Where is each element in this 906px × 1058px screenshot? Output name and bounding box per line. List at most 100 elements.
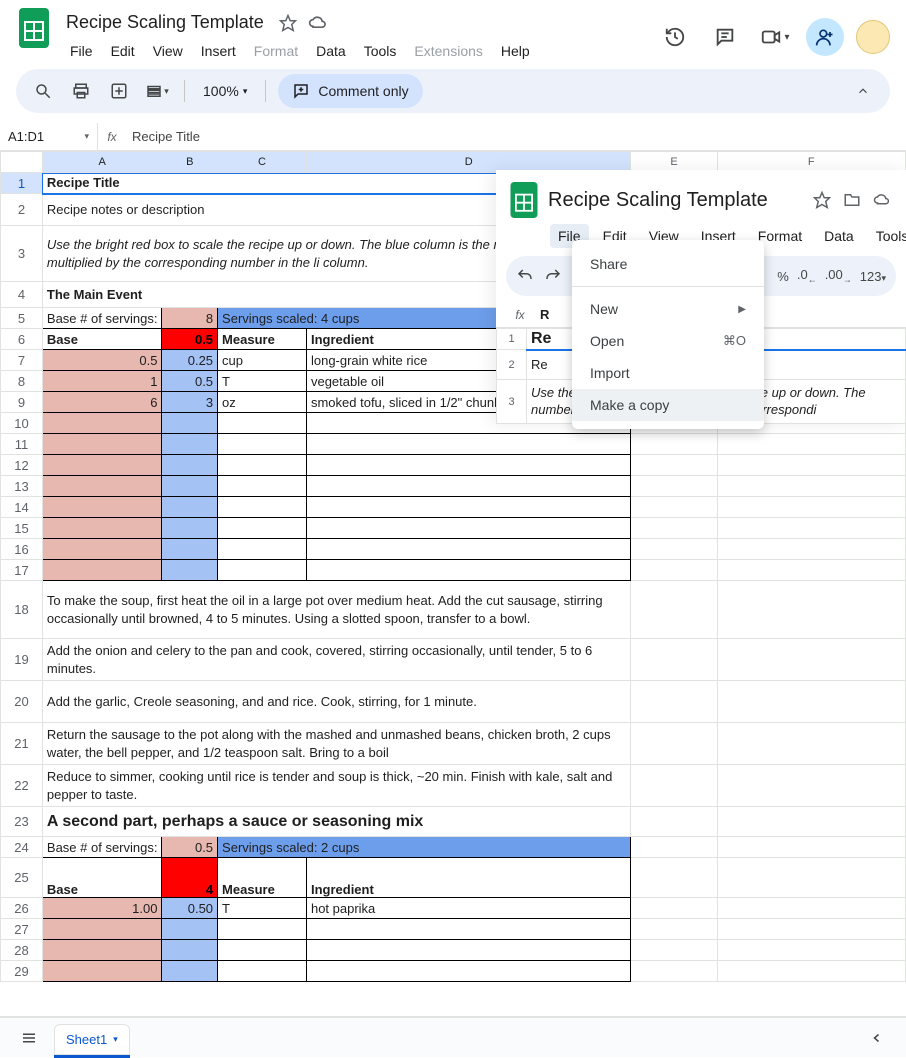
history-icon[interactable] bbox=[656, 18, 694, 56]
percent-format[interactable]: % bbox=[777, 269, 789, 284]
menu-edit[interactable]: Edit bbox=[103, 39, 143, 63]
cell[interactable]: Return the sausage to the pot along with… bbox=[42, 723, 631, 765]
all-sheets-icon[interactable] bbox=[12, 1021, 46, 1055]
cell[interactable]: 0.5 bbox=[162, 837, 218, 858]
row-header[interactable]: 1 bbox=[1, 173, 43, 194]
cell[interactable]: Base # of servings: bbox=[42, 308, 162, 329]
menu-insert[interactable]: Insert bbox=[193, 39, 244, 63]
row-header[interactable]: 29 bbox=[1, 961, 43, 982]
cell[interactable]: Base bbox=[42, 858, 162, 898]
row-header[interactable]: 5 bbox=[1, 308, 43, 329]
cell[interactable]: Measure bbox=[218, 858, 307, 898]
cell[interactable]: Base bbox=[42, 329, 162, 350]
cell[interactable]: 3 bbox=[162, 392, 218, 413]
row-header[interactable]: 12 bbox=[1, 455, 43, 476]
cell[interactable]: cup bbox=[218, 350, 307, 371]
menu-import[interactable]: Import bbox=[572, 357, 764, 389]
cell[interactable] bbox=[42, 413, 162, 434]
col-header-c[interactable]: C bbox=[218, 152, 307, 173]
increase-decimal[interactable]: .00→ bbox=[825, 267, 852, 285]
explore-icon[interactable] bbox=[860, 1021, 894, 1055]
formula-input[interactable]: R bbox=[534, 307, 549, 322]
sheet-tab[interactable]: Sheet1▾ bbox=[54, 1024, 130, 1058]
row-header[interactable]: 3 bbox=[497, 380, 527, 424]
zoom-selector[interactable]: 100%▾ bbox=[197, 83, 253, 99]
comments-icon[interactable] bbox=[706, 18, 744, 56]
undo-icon[interactable] bbox=[516, 267, 534, 285]
row-header[interactable]: 21 bbox=[1, 723, 43, 765]
document-title[interactable]: Recipe Scaling Template bbox=[62, 10, 268, 35]
cell[interactable]: oz bbox=[218, 392, 307, 413]
row-header[interactable]: 13 bbox=[1, 476, 43, 497]
cell[interactable]: Ingredient bbox=[306, 858, 630, 898]
sheets-logo-icon[interactable] bbox=[510, 182, 538, 218]
menu-tools[interactable]: Tools bbox=[868, 224, 906, 248]
col-header-a[interactable]: A bbox=[42, 152, 162, 173]
move-icon[interactable] bbox=[842, 190, 862, 210]
cell[interactable]: 0.25 bbox=[162, 350, 218, 371]
row-header[interactable]: 28 bbox=[1, 940, 43, 961]
row-header[interactable]: 16 bbox=[1, 539, 43, 560]
cloud-status-icon[interactable] bbox=[872, 190, 892, 210]
menu-help[interactable]: Help bbox=[493, 39, 538, 63]
row-header[interactable]: 1 bbox=[497, 329, 527, 350]
menu-file[interactable]: File bbox=[62, 39, 101, 63]
name-box[interactable]: A1:D1▾ bbox=[0, 123, 98, 151]
row-header[interactable]: 8 bbox=[1, 371, 43, 392]
cell[interactable]: T bbox=[218, 371, 307, 392]
row-header[interactable]: 26 bbox=[1, 898, 43, 919]
star-icon[interactable] bbox=[812, 190, 832, 210]
row-header[interactable]: 20 bbox=[1, 681, 43, 723]
cell[interactable]: Servings scaled: 2 cups bbox=[218, 837, 631, 858]
row-header[interactable]: 9 bbox=[1, 392, 43, 413]
menu-new[interactable]: New▶ bbox=[572, 293, 764, 325]
row-header[interactable]: 17 bbox=[1, 560, 43, 581]
row-header[interactable]: 27 bbox=[1, 919, 43, 940]
redo-icon[interactable] bbox=[544, 267, 562, 285]
row-header[interactable]: 19 bbox=[1, 639, 43, 681]
cell[interactable]: Reduce to simmer, cooking until rice is … bbox=[42, 765, 631, 807]
row-header[interactable]: 4 bbox=[1, 282, 43, 308]
row-header[interactable]: 7 bbox=[1, 350, 43, 371]
cell[interactable]: 0.5 bbox=[162, 329, 218, 350]
menu-share[interactable]: Share bbox=[572, 248, 764, 280]
cell[interactable]: 6 bbox=[42, 392, 162, 413]
print-icon[interactable] bbox=[66, 76, 96, 106]
number-format[interactable]: 123▾ bbox=[860, 269, 886, 284]
mode-badge[interactable]: Comment only bbox=[278, 74, 422, 108]
cell[interactable] bbox=[162, 413, 218, 434]
cell[interactable]: Base # of servings: bbox=[42, 837, 162, 858]
decrease-decimal[interactable]: .0← bbox=[797, 267, 817, 285]
cell[interactable]: 1.00 bbox=[42, 898, 162, 919]
cell[interactable]: 0.5 bbox=[42, 350, 162, 371]
menu-tools[interactable]: Tools bbox=[356, 39, 405, 63]
row-header[interactable]: 2 bbox=[1, 194, 43, 226]
row-header[interactable]: 25 bbox=[1, 858, 43, 898]
document-title[interactable]: Recipe Scaling Template bbox=[548, 189, 802, 212]
star-icon[interactable] bbox=[278, 13, 298, 33]
cell[interactable]: 8 bbox=[162, 308, 218, 329]
cell[interactable]: 0.50 bbox=[162, 898, 218, 919]
cell[interactable]: Measure bbox=[218, 329, 307, 350]
collapse-toolbar-icon[interactable] bbox=[848, 76, 878, 106]
select-all-corner[interactable] bbox=[1, 152, 43, 173]
col-header-b[interactable]: B bbox=[162, 152, 218, 173]
menu-data[interactable]: Data bbox=[816, 224, 862, 248]
menu-view[interactable]: View bbox=[145, 39, 191, 63]
row-header[interactable]: 24 bbox=[1, 837, 43, 858]
row-header[interactable]: 11 bbox=[1, 434, 43, 455]
filter-icon[interactable]: ▾ bbox=[142, 76, 172, 106]
row-header[interactable]: 14 bbox=[1, 497, 43, 518]
cell[interactable]: 1 bbox=[42, 371, 162, 392]
row-header[interactable]: 23 bbox=[1, 807, 43, 837]
sheets-logo-icon[interactable] bbox=[16, 10, 52, 46]
search-icon[interactable] bbox=[28, 76, 58, 106]
cell[interactable]: A second part, perhaps a sauce or season… bbox=[42, 807, 631, 837]
account-avatar[interactable] bbox=[856, 20, 890, 54]
row-header[interactable]: 3 bbox=[1, 226, 43, 282]
cell[interactable]: To make the soup, first heat the oil in … bbox=[42, 581, 631, 639]
cell[interactable]: 0.5 bbox=[162, 371, 218, 392]
cell[interactable] bbox=[218, 413, 307, 434]
cell[interactable]: T bbox=[218, 898, 307, 919]
share-button[interactable] bbox=[806, 18, 844, 56]
